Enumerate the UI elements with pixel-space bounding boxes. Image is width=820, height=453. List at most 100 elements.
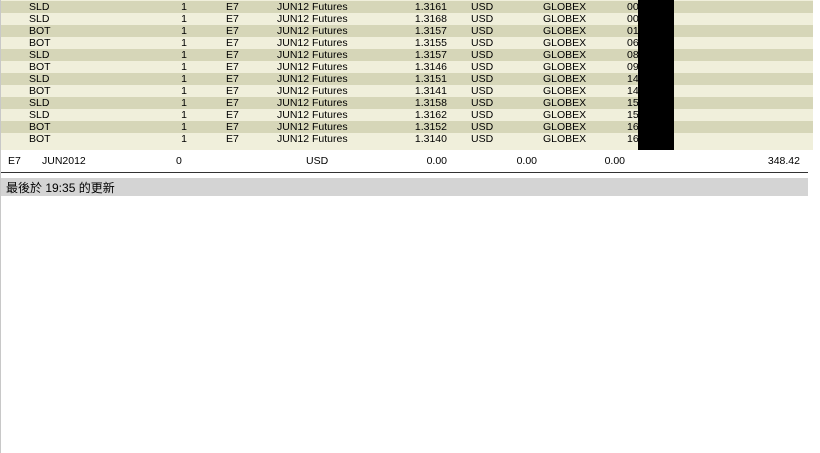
trade-time: 06: [627, 37, 639, 49]
trade-symbol: E7: [226, 133, 239, 145]
trade-description: JUN12 Futures: [277, 109, 348, 121]
trade-description: JUN12 Futures: [277, 133, 348, 145]
trade-exchange: GLOBEX: [543, 49, 587, 61]
trade-row[interactable]: SLD 1 E7 JUN12 Futures 1.3158 USD GLOBEX 15: [1, 97, 813, 109]
trade-exchange: GLOBEX: [543, 85, 587, 97]
trade-row[interactable]: SLD 1 E7 JUN12 Futures 1.3161 USD GLOBEX 00: [1, 1, 813, 13]
trade-description: JUN12 Futures: [277, 121, 348, 133]
trade-symbol: E7: [226, 1, 239, 13]
trade-quantity: 1: [181, 37, 187, 49]
status-bar: 最後於 19:35 的更新: [1, 178, 808, 196]
trade-row[interactable]: BOT 1 E7 JUN12 Futures 1.3157 USD GLOBEX 01: [1, 25, 813, 37]
trade-symbol: E7: [226, 49, 239, 61]
trade-exchange: GLOBEX: [543, 73, 587, 85]
trade-time: 14: [627, 73, 639, 85]
trade-quantity: 1: [181, 133, 187, 145]
trade-price: 1.3152: [414, 121, 447, 133]
trade-action: SLD: [29, 97, 50, 109]
trade-time: 16: [627, 133, 639, 145]
trade-exchange: GLOBEX: [543, 13, 587, 25]
trade-action: SLD: [29, 109, 50, 121]
trade-time: 16: [627, 121, 639, 133]
trade-currency: USD: [471, 109, 494, 121]
trade-quantity: 1: [181, 13, 187, 25]
trade-symbol: E7: [226, 73, 239, 85]
trade-row[interactable]: BOT 1 E7 JUN12 Futures 1.3155 USD GLOBEX 06: [1, 37, 813, 49]
trade-row[interactable]: SLD 1 E7 JUN12 Futures 1.3157 USD GLOBEX 08: [1, 49, 813, 61]
trades-table: SLD 1 E7 JUN12 Futures 1.3161 USD GLOBEX 00 SLD 1…: [1, 0, 813, 150]
trade-price: 1.3158: [414, 97, 447, 109]
trade-currency: USD: [471, 25, 494, 37]
summary-month: JUN2012: [42, 155, 86, 167]
trade-currency: USD: [471, 61, 494, 73]
trade-action: BOT: [29, 37, 51, 49]
trade-exchange: GLOBEX: [543, 109, 587, 121]
trade-exchange: GLOBEX: [543, 1, 587, 13]
trade-description: JUN12 Futures: [277, 85, 348, 97]
trade-quantity: 1: [181, 49, 187, 61]
trade-currency: USD: [471, 85, 494, 97]
trade-description: JUN12 Futures: [277, 61, 348, 73]
trade-quantity: 1: [181, 1, 187, 13]
summary-value-3: 0.00: [604, 155, 625, 167]
trade-row[interactable]: SLD 1 E7 JUN12 Futures 1.3151 USD GLOBEX 14: [1, 73, 813, 85]
trade-quantity: 1: [181, 61, 187, 73]
trade-quantity: 1: [181, 121, 187, 133]
trade-description: JUN12 Futures: [277, 25, 348, 37]
trade-description: JUN12 Futures: [277, 97, 348, 109]
trade-symbol: E7: [226, 37, 239, 49]
trade-action: SLD: [29, 73, 50, 85]
trade-description: JUN12 Futures: [277, 37, 348, 49]
trade-exchange: GLOBEX: [543, 25, 587, 37]
trade-price: 1.3151: [414, 73, 447, 85]
trade-symbol: E7: [226, 121, 239, 133]
trade-action: SLD: [29, 13, 50, 25]
trade-time: 08: [627, 49, 639, 61]
trade-row[interactable]: SLD 1 E7 JUN12 Futures 1.3168 USD GLOBEX 00: [1, 13, 813, 25]
trade-description: JUN12 Futures: [277, 49, 348, 61]
trade-row[interactable]: BOT 1 E7 JUN12 Futures 1.3146 USD GLOBEX 09: [1, 61, 813, 73]
trade-action: BOT: [29, 85, 51, 97]
trade-exchange: GLOBEX: [543, 133, 587, 145]
trade-description: JUN12 Futures: [277, 73, 348, 85]
trade-currency: USD: [471, 13, 494, 25]
summary-value-2: 0.00: [516, 155, 537, 167]
trade-quantity: 1: [181, 97, 187, 109]
trade-symbol: E7: [226, 85, 239, 97]
trade-row[interactable]: BOT 1 E7 JUN12 Futures 1.3140 USD GLOBEX 16: [1, 133, 813, 145]
trade-price: 1.3162: [414, 109, 447, 121]
trade-currency: USD: [471, 121, 494, 133]
trade-time: 15: [627, 97, 639, 109]
trade-exchange: GLOBEX: [543, 121, 587, 133]
trade-currency: USD: [471, 97, 494, 109]
trade-currency: USD: [471, 1, 494, 13]
trade-time: 09: [627, 61, 639, 73]
trade-quantity: 1: [181, 73, 187, 85]
trade-currency: USD: [471, 37, 494, 49]
trade-exchange: GLOBEX: [543, 97, 587, 109]
trade-price: 1.3157: [414, 49, 447, 61]
trade-time: 00: [627, 1, 639, 13]
trade-symbol: E7: [226, 109, 239, 121]
trade-exchange: GLOBEX: [543, 61, 587, 73]
trade-time: 14: [627, 85, 639, 97]
trade-currency: USD: [471, 133, 494, 145]
trade-symbol: E7: [226, 13, 239, 25]
trade-price: 1.3155: [414, 37, 447, 49]
redacted-block: [638, 0, 674, 150]
trade-time: 01: [627, 25, 639, 37]
trade-action: BOT: [29, 121, 51, 133]
trade-row[interactable]: BOT 1 E7 JUN12 Futures 1.3152 USD GLOBEX 16: [1, 121, 813, 133]
trade-quantity: 1: [181, 85, 187, 97]
trade-price: 1.3157: [414, 25, 447, 37]
summary-row[interactable]: E7 JUN2012 0 USD 0.00 0.00 0.00 348.42: [1, 155, 808, 168]
trade-exchange: GLOBEX: [543, 37, 587, 49]
trade-row[interactable]: SLD 1 E7 JUN12 Futures 1.3162 USD GLOBEX 15: [1, 109, 813, 121]
trade-price: 1.3161: [414, 1, 447, 13]
divider-line: [1, 172, 808, 173]
trade-row[interactable]: BOT 1 E7 JUN12 Futures 1.3141 USD GLOBEX 14: [1, 85, 813, 97]
trade-description: JUN12 Futures: [277, 1, 348, 13]
trade-action: SLD: [29, 1, 50, 13]
trade-action: BOT: [29, 25, 51, 37]
trade-price: 1.3146: [414, 61, 447, 73]
